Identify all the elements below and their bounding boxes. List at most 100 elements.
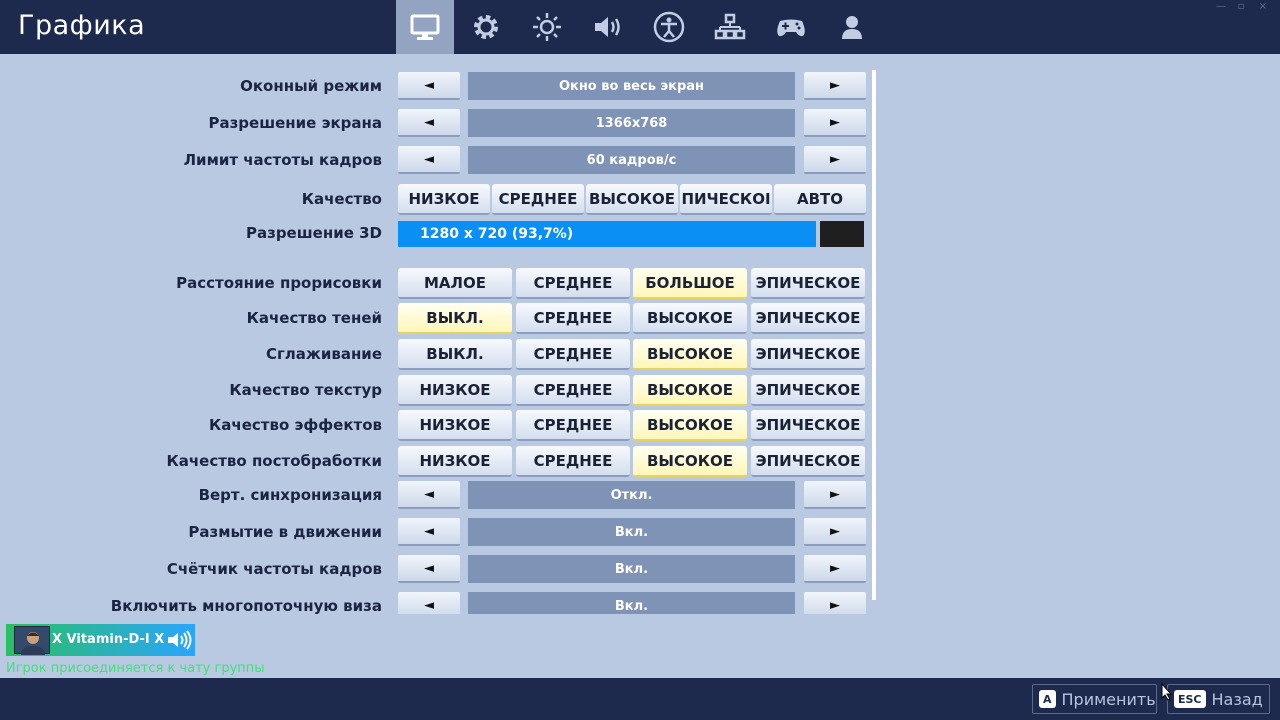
setting-label: Размытие в движении <box>188 523 382 541</box>
textures-option-epic[interactable]: ЭПИЧЕСКОЕ <box>751 375 865 406</box>
setting-textures: Качество текстур НИЗКОЕ СРЕДНЕЕ ВЫСОКОЕ … <box>0 374 880 406</box>
voice-speaker-icon <box>168 630 192 650</box>
setting-label: Счётчик частоты кадров <box>166 560 382 578</box>
shadows-option-medium[interactable]: СРЕДНЕЕ <box>516 303 630 334</box>
setting-label: Верт. синхронизация <box>198 486 382 504</box>
setting-value: 60 кадров/с <box>468 146 795 174</box>
setting-shadows: Качество теней ВЫКЛ. СРЕДНЕЕ ВЫСОКОЕ ЭПИ… <box>0 302 880 334</box>
setting-label: Расстояние прорисовки <box>176 274 382 292</box>
effects-option-medium[interactable]: СРЕДНЕЕ <box>516 410 630 441</box>
shadows-option-epic[interactable]: ЭПИЧЕСКОЕ <box>751 303 865 334</box>
setting-window-mode: Оконный режим ◄ Окно во весь экран ► <box>0 70 880 102</box>
prev-arrow-button[interactable]: ◄ <box>398 555 460 583</box>
setting-label: Разрешение 3D <box>245 224 382 242</box>
page-title: Графика <box>18 10 146 41</box>
quality-option-high[interactable]: ВЫСОКОЕ <box>586 184 678 215</box>
tab-video[interactable] <box>396 0 454 54</box>
setting-label: Включить многопоточную виза <box>110 597 382 614</box>
monitor-icon <box>410 14 440 40</box>
tab-accessibility[interactable] <box>640 0 698 54</box>
setting-label: Качество текстур <box>229 381 382 399</box>
post-option-low[interactable]: НИЗКОЕ <box>398 446 512 477</box>
setting-fps-counter: Счётчик частоты кадров ◄ Вкл. ► <box>0 553 880 585</box>
next-arrow-button[interactable]: ► <box>804 146 866 174</box>
post-option-medium[interactable]: СРЕДНЕЕ <box>516 446 630 477</box>
key-esc-badge: ESC <box>1174 690 1206 708</box>
player-name: X Vitamin-D-I X <box>52 632 165 647</box>
prev-arrow-button[interactable]: ◄ <box>398 146 460 174</box>
prev-arrow-button[interactable]: ◄ <box>398 481 460 509</box>
avatar <box>14 626 50 655</box>
setting-resolution: Разрешение экрана ◄ 1366x768 ► <box>0 107 880 139</box>
tab-network[interactable] <box>701 0 759 54</box>
aa-option-off[interactable]: ВЫКЛ. <box>398 339 512 370</box>
top-bar: Графика — ▫ × <box>0 0 1280 54</box>
maximize-icon[interactable]: ▫ <box>1232 0 1250 16</box>
post-option-high[interactable]: ВЫСОКОЕ <box>633 446 747 477</box>
aa-option-high[interactable]: ВЫСОКОЕ <box>633 339 747 370</box>
textures-option-low[interactable]: НИЗКОЕ <box>398 375 512 406</box>
gamepad-icon <box>777 19 805 37</box>
setting-label: Качество постобработки <box>166 452 382 470</box>
setting-value: Окно во весь экран <box>468 72 795 100</box>
setting-view-distance: Расстояние прорисовки МАЛОЕ СРЕДНЕЕ БОЛЬ… <box>0 267 880 299</box>
apply-button[interactable]: A Применить <box>1032 684 1157 714</box>
next-arrow-button[interactable]: ► <box>804 592 866 614</box>
next-arrow-button[interactable]: ► <box>804 481 866 509</box>
shadows-option-off[interactable]: ВЫКЛ. <box>398 303 512 334</box>
aa-option-medium[interactable]: СРЕДНЕЕ <box>516 339 630 370</box>
next-arrow-button[interactable]: ► <box>804 109 866 137</box>
prev-arrow-button[interactable]: ◄ <box>398 72 460 100</box>
tab-audio[interactable] <box>579 0 637 54</box>
network-icon <box>714 13 746 40</box>
setting-effects: Качество эффектов НИЗКОЕ СРЕДНЕЕ ВЫСОКОЕ… <box>0 409 880 441</box>
scrollbar[interactable] <box>872 70 876 600</box>
prev-arrow-button[interactable]: ◄ <box>398 109 460 137</box>
tab-brightness[interactable] <box>518 0 576 54</box>
setting-quality: Качество НИЗКОЕ СРЕДНЕЕ ВЫСОКОЕ ПИЧЕСКОI… <box>0 183 880 215</box>
user-icon <box>842 16 862 39</box>
setting-label: Качество эффектов <box>209 416 382 434</box>
apply-label: Применить <box>1061 689 1156 709</box>
effects-option-high[interactable]: ВЫСОКОЕ <box>633 410 747 441</box>
textures-option-medium[interactable]: СРЕДНЕЕ <box>516 375 630 406</box>
3d-resolution-slider[interactable]: 1280 x 720 (93,7%) <box>398 221 816 247</box>
aa-option-epic[interactable]: ЭПИЧЕСКОЕ <box>751 339 865 370</box>
prev-arrow-button[interactable]: ◄ <box>398 592 460 614</box>
brightness-icon <box>533 13 561 41</box>
next-arrow-button[interactable]: ► <box>804 72 866 100</box>
setting-label: Качество <box>301 190 382 208</box>
setting-value: 1366x768 <box>468 109 795 137</box>
party-member-chip: X Vitamin-D-I X <box>6 624 195 656</box>
setting-value: Вкл. <box>468 555 795 583</box>
next-arrow-button[interactable]: ► <box>804 518 866 546</box>
shadows-option-high[interactable]: ВЫСОКОЕ <box>633 303 747 334</box>
view-distance-option-far[interactable]: БОЛЬШОЕ <box>633 268 747 299</box>
prev-arrow-button[interactable]: ◄ <box>398 518 460 546</box>
gear-icon <box>474 15 498 39</box>
3d-resolution-slider-track-end[interactable] <box>820 221 864 247</box>
minimize-icon[interactable]: — <box>1212 0 1230 16</box>
accessibility-icon <box>653 11 685 43</box>
setting-fps-limit: Лимит частоты кадров ◄ 60 кадров/с ► <box>0 144 880 176</box>
quality-option-epic[interactable]: ПИЧЕСКОI <box>680 184 772 215</box>
view-distance-option-low[interactable]: МАЛОЕ <box>398 268 512 299</box>
setting-value: Откл. <box>468 481 795 509</box>
quality-option-low[interactable]: НИЗКОЕ <box>398 184 490 215</box>
view-distance-option-epic[interactable]: ЭПИЧЕСКОЕ <box>751 268 865 299</box>
mouse-cursor-icon <box>1161 683 1173 701</box>
effects-option-low[interactable]: НИЗКОЕ <box>398 410 512 441</box>
quality-option-auto[interactable]: АВТО <box>774 184 866 215</box>
textures-option-high[interactable]: ВЫСОКОЕ <box>633 375 747 406</box>
view-distance-option-medium[interactable]: СРЕДНЕЕ <box>516 268 630 299</box>
close-icon[interactable]: × <box>1254 0 1272 16</box>
next-arrow-button[interactable]: ► <box>804 555 866 583</box>
tab-controller[interactable] <box>762 0 820 54</box>
effects-option-epic[interactable]: ЭПИЧЕСКОЕ <box>751 410 865 441</box>
setting-label: Оконный режим <box>240 77 382 95</box>
quality-option-medium[interactable]: СРЕДНЕЕ <box>492 184 584 215</box>
tab-account[interactable] <box>823 0 881 54</box>
tab-game[interactable] <box>457 0 515 54</box>
post-option-epic[interactable]: ЭПИЧЕСКОЕ <box>751 446 865 477</box>
back-button[interactable]: ESC Назад <box>1167 684 1270 714</box>
